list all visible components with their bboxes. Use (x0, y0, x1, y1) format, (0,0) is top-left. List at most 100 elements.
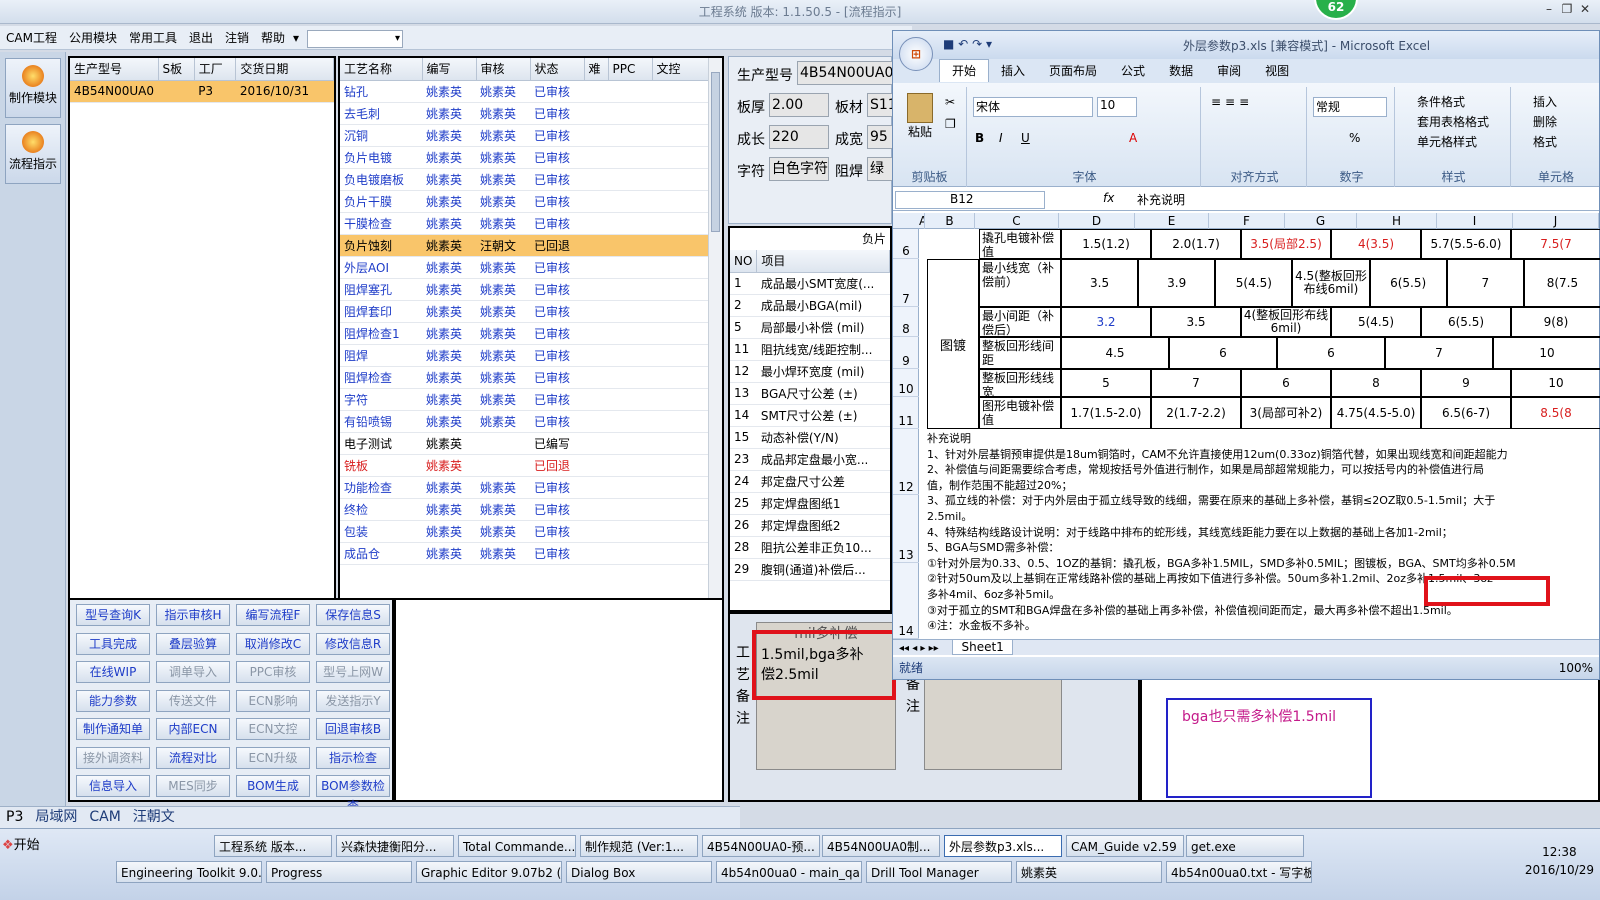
copy-icon[interactable]: ❐ (945, 117, 956, 131)
table-row[interactable]: 沉铜 姚素英 姚素英 已审核 (340, 124, 708, 147)
action-button[interactable]: ECN影响 (236, 689, 310, 712)
taskbar-window-button[interactable]: Graphic Editor 9.07b2 (... (416, 861, 562, 883)
sheet-cell[interactable]: 1.7(1.5-2.0) (1061, 397, 1151, 429)
close-icon[interactable]: ✕ (1576, 2, 1594, 16)
sheet-cell[interactable]: 6.5(6-7) (1421, 397, 1511, 429)
name-box[interactable]: B12 (895, 191, 1045, 209)
list-item[interactable]: 13 BGA尺寸公差 (±) (730, 382, 890, 405)
tab-home[interactable]: 开始 (939, 59, 990, 82)
table-row[interactable]: 成品仓 姚素英 姚素英 已审核 (340, 542, 708, 565)
align-icons[interactable]: ≡≡≡ (1211, 95, 1253, 109)
sheet-cell[interactable]: 4.75(4.5-5.0) (1331, 397, 1421, 429)
action-button[interactable]: MES同步 (156, 775, 230, 797)
action-button[interactable]: 型号查询K (76, 604, 150, 626)
col-doc-control[interactable]: 文控 (652, 58, 709, 81)
action-button[interactable]: BOM参数检查 (316, 775, 390, 813)
table-row[interactable]: 钻孔 姚素英 姚素英 已审核 (340, 80, 708, 103)
col-reviewer[interactable]: 审核 (476, 58, 531, 81)
sheet-cell[interactable]: 2.0(1.7) (1151, 229, 1241, 259)
action-button[interactable]: 叠层验算 (156, 632, 230, 655)
sheet-cell[interactable]: 5 (1061, 369, 1151, 397)
taskbar-window-button[interactable]: Drill Tool Manager (866, 861, 1012, 883)
action-button[interactable]: 接外调资料 (76, 746, 150, 769)
status-user[interactable]: 汪朝文 (127, 807, 181, 827)
row-header[interactable]: 10 (893, 369, 919, 397)
taskbar-window-button[interactable]: Progress (266, 861, 412, 883)
tab-data[interactable]: 数据 (1157, 60, 1205, 82)
font-name-box[interactable]: 宋体 (973, 97, 1093, 117)
action-button[interactable]: PPC审核 (236, 661, 310, 683)
action-button[interactable]: 指示审核H (156, 604, 230, 626)
font-color-icon[interactable]: A (1129, 131, 1137, 145)
row-header[interactable]: 8 (893, 307, 919, 337)
row-header[interactable]: 11 (893, 397, 919, 429)
column-header[interactable]: C (975, 213, 1059, 229)
table-row[interactable]: 功能检查 姚素英 姚素英 已审核 (340, 476, 708, 499)
sheet-cell[interactable]: 7 (1446, 259, 1524, 307)
underline-button[interactable]: U (1021, 131, 1030, 145)
col-factory[interactable]: 工厂 (194, 58, 237, 81)
sheet-cell[interactable]: 6(5.5) (1369, 259, 1447, 307)
tab-view[interactable]: 视图 (1253, 60, 1301, 82)
column-header[interactable]: G (1285, 213, 1357, 229)
table-row[interactable]: 阻焊检查 姚素英 姚素英 已审核 (340, 366, 708, 389)
action-button[interactable]: ECN升级 (236, 746, 310, 769)
redo-icon[interactable]: ↷ (972, 37, 982, 51)
action-button[interactable]: BOM生成 (236, 775, 310, 797)
menu-help[interactable]: 帮助 (255, 26, 291, 50)
width-field[interactable]: 95 (867, 125, 893, 149)
action-button[interactable]: 取消修改C (236, 632, 310, 655)
customize-icon[interactable]: ▾ (986, 37, 992, 51)
taskbar-window-button[interactable]: 外层参数p3.xls... (944, 835, 1062, 857)
action-button[interactable]: 工具完成 (76, 632, 150, 655)
thickness-field[interactable]: 2.00 (769, 93, 829, 117)
action-button[interactable]: 修改信息R (316, 632, 390, 655)
col-difficulty[interactable]: 难 (584, 58, 609, 81)
sheet-cell[interactable]: 3.9 (1138, 259, 1216, 307)
action-button[interactable]: 保存信息S (316, 604, 390, 626)
list-item[interactable]: 26 邦定焊盘图纸2 (730, 514, 890, 537)
percent-icon[interactable]: % (1349, 131, 1360, 145)
sheet-cell[interactable]: 9 (1421, 369, 1511, 397)
mask-field[interactable]: 绿色 (867, 157, 893, 181)
column-header[interactable]: J (1513, 213, 1599, 229)
col-delivery[interactable]: 交货日期 (235, 58, 334, 81)
group-label-cell[interactable]: 图镀 (927, 259, 979, 429)
taskbar-window-button[interactable]: 4B54N00UA0制... (822, 835, 940, 857)
list-item[interactable]: 23 成品邦定盘最小宽... (730, 448, 890, 471)
table-row[interactable]: 负片电镀 姚素英 姚素英 已审核 (340, 146, 708, 169)
menu-cam[interactable]: CAM工程 (0, 26, 63, 50)
italic-button[interactable]: I (999, 131, 1003, 145)
table-row[interactable]: 阻焊塞孔 姚素英 姚素英 已审核 (340, 278, 708, 301)
sheet-cell[interactable]: 6 (1277, 337, 1385, 369)
save-icon[interactable]: ■ (943, 37, 954, 51)
conditional-format[interactable]: 条件格式 (1417, 93, 1465, 110)
sheet-cell-label[interactable]: 最小线宽（补偿前） (979, 259, 1061, 307)
restore-icon[interactable]: ❐ (1558, 2, 1576, 16)
insert-cells[interactable]: 插入 (1533, 93, 1557, 110)
col-item[interactable]: 项目 (756, 250, 890, 273)
list-item[interactable]: 24 邦定盘尺寸公差 (730, 470, 890, 493)
column-header[interactable]: E (1135, 213, 1209, 229)
table-row[interactable]: 负片干膜 姚素英 姚素英 已审核 (340, 190, 708, 213)
sheet-cell[interactable]: 6 (1241, 369, 1331, 397)
material-field[interactable]: S11 (867, 93, 893, 117)
table-row[interactable]: 阻焊检查1 姚素英 姚素英 已审核 (340, 322, 708, 345)
taskbar-window-button[interactable]: 4b54n00ua0.txt - 写字板 (1166, 861, 1312, 883)
status-factory[interactable]: P3 (0, 807, 29, 827)
sheet-cell[interactable]: 4.5(整板回形布线6mil) (1292, 259, 1370, 307)
sheet-cell[interactable]: 8.5(8 (1511, 397, 1600, 429)
rail-make-module[interactable]: 制作模块 (5, 58, 61, 118)
table-row[interactable]: 有铅喷锡 姚素英 姚素英 已审核 (340, 410, 708, 433)
column-header[interactable]: D (1059, 213, 1135, 229)
column-header[interactable]: I (1437, 213, 1513, 229)
list-item[interactable]: 29 腹铜(通道)补偿后... (730, 558, 890, 581)
number-format-box[interactable]: 常规 (1313, 97, 1387, 117)
function-icon[interactable]: fx (1103, 191, 1114, 205)
action-button[interactable]: 流程对比 (156, 746, 230, 769)
sheet-cell[interactable]: 8(7.5 (1523, 259, 1600, 307)
action-button[interactable]: 回退审核B (316, 718, 390, 740)
tab-layout[interactable]: 页面布局 (1037, 60, 1109, 82)
paste-button[interactable]: 粘贴 (903, 93, 937, 140)
taskbar-window-button[interactable]: CAM_Guide v2.59 (1066, 835, 1184, 857)
